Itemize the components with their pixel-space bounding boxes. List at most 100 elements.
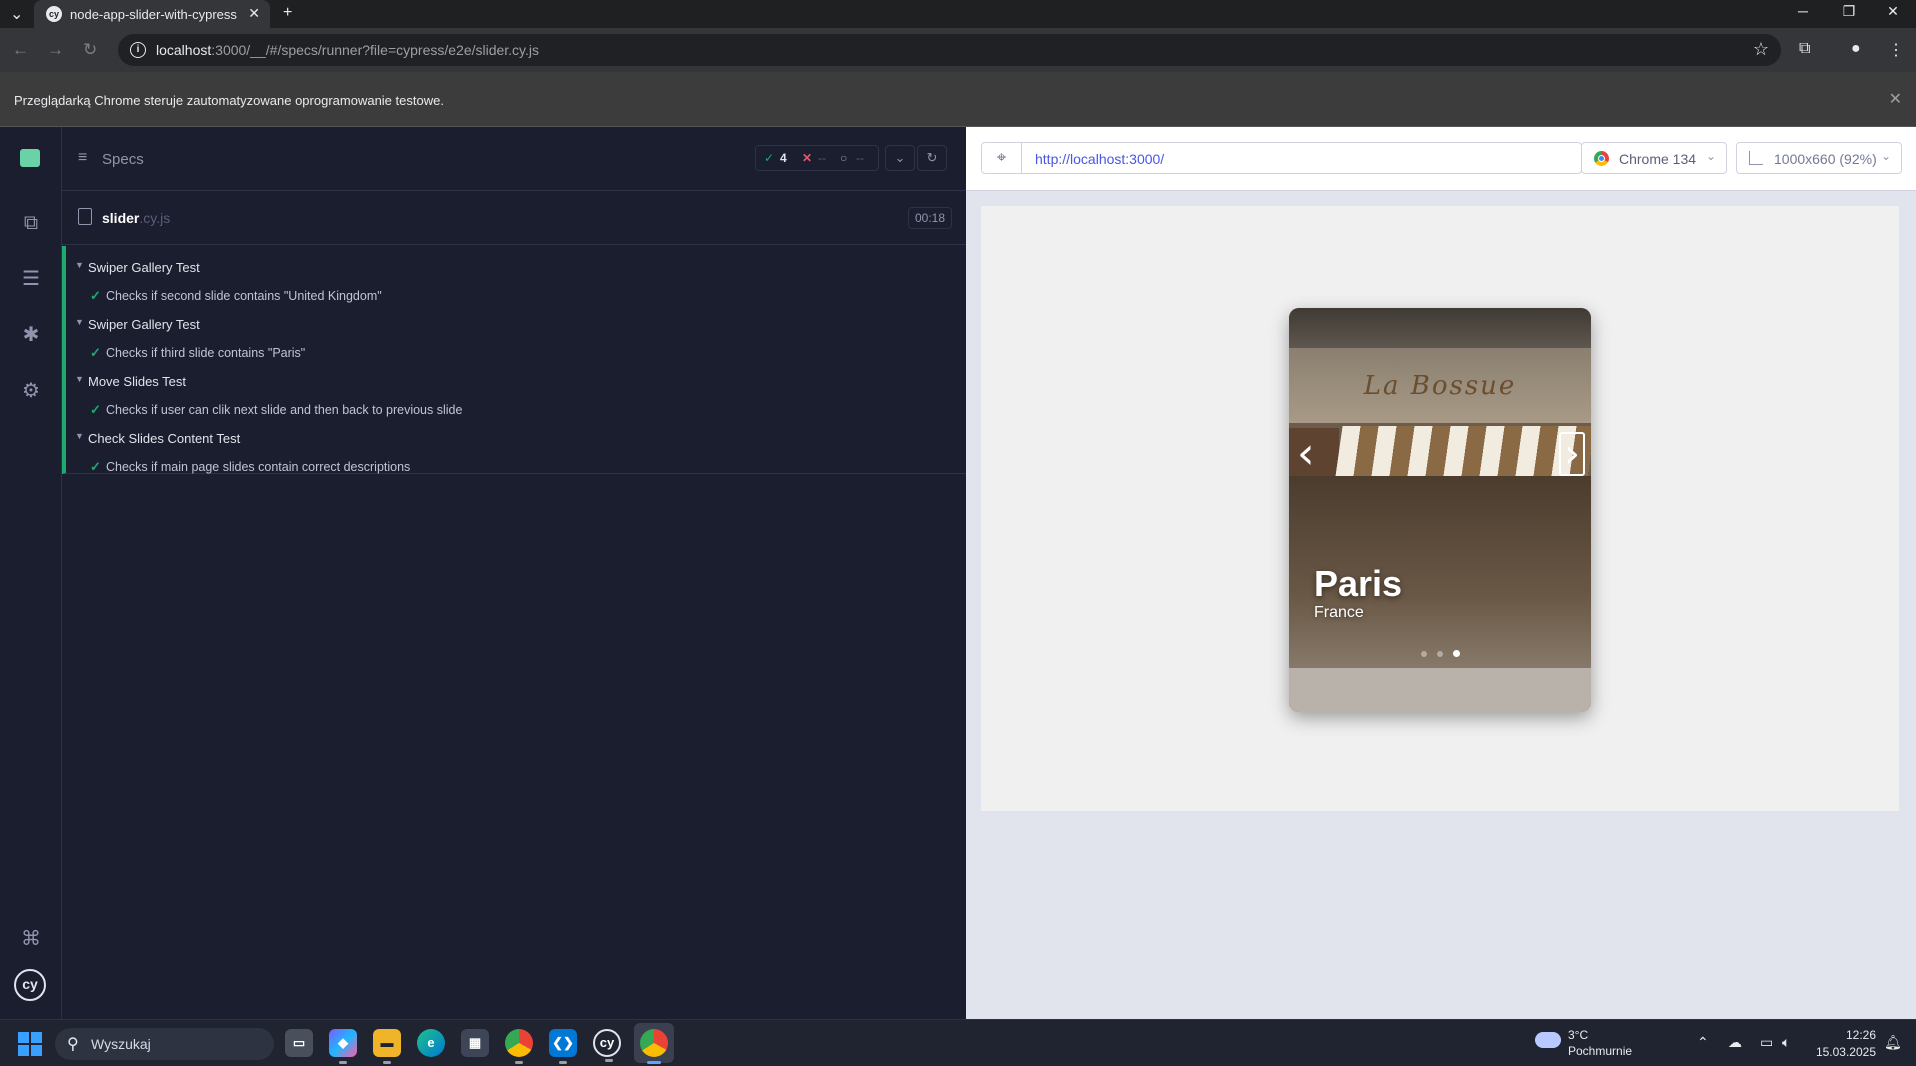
address-url[interactable]: localhost:3000/__/#/specs/runner?file=cy…: [156, 42, 539, 58]
slide-photo-sidewalk: [1289, 668, 1591, 712]
file-explorer-icon[interactable]: ▬: [373, 1029, 401, 1064]
edge-icon[interactable]: e: [417, 1029, 445, 1057]
profile-icon[interactable]: ●: [1851, 40, 1861, 58]
browser-label: Chrome 134: [1619, 151, 1697, 167]
chevron-down-icon: ▼: [75, 374, 84, 384]
close-window-icon[interactable]: ✕: [1870, 3, 1916, 20]
windows-start-icon[interactable]: [18, 1032, 42, 1056]
back-icon[interactable]: ←: [12, 40, 29, 60]
restore-icon[interactable]: ❐: [1826, 3, 1872, 20]
onedrive-offline-icon[interactable]: ☁: [1728, 1034, 1742, 1051]
spec-duration: 00:18: [907, 207, 952, 229]
suite-title[interactable]: ▼ Check Slides Content Test: [75, 431, 240, 446]
test-stats: ✓ 4 ✕ -- ○ --: [755, 145, 879, 171]
vscode-icon[interactable]: ❮❯: [549, 1029, 577, 1064]
pending-icon: ○: [840, 151, 848, 165]
extensions-icon[interactable]: ⧉: [1799, 40, 1810, 58]
chevron-down-icon: ⌄: [1880, 149, 1891, 163]
bookmark-star-icon[interactable]: ☆: [1753, 39, 1769, 60]
notifications-bell-icon[interactable]: 🔔︎: [1884, 1034, 1902, 1051]
task-view-icon[interactable]: ▭: [285, 1029, 313, 1057]
project-logo-icon[interactable]: [20, 149, 40, 167]
automation-infobar: Przeglądarką Chrome steruje zautomatyzow…: [0, 72, 1916, 127]
tab-title: node-app-slider-with-cypress: [70, 7, 237, 22]
cafe-sign: La Bossue: [1363, 371, 1517, 401]
chevron-down-icon: ▼: [75, 431, 84, 441]
pagination-dot-active[interactable]: [1452, 650, 1460, 657]
passed-icon: ✓: [764, 151, 775, 165]
check-icon: ✓: [90, 288, 101, 303]
taskbar-search[interactable]: ⚲ Wyszukaj: [55, 1028, 274, 1060]
menu-icon[interactable]: ⋮: [1888, 40, 1904, 60]
test-item[interactable]: ✓ Checks if main page slides contain corr…: [90, 459, 410, 474]
aut-header: ⌖ http://localhost:3000/ Chrome 134 ⌄ 10…: [966, 127, 1916, 191]
spec-file-name[interactable]: slider.cy.js: [102, 210, 170, 226]
tab-search-icon[interactable]: ⌄: [10, 4, 23, 24]
pagination-dot[interactable]: [1436, 651, 1443, 657]
chevron-up-icon[interactable]: ⌃: [1697, 1034, 1709, 1051]
chevron-down-icon: ⌄: [1705, 149, 1716, 163]
pagination-dot[interactable]: [1420, 651, 1427, 657]
failed-count: --: [818, 151, 826, 165]
test-item[interactable]: ✓ Checks if third slide contains "Paris": [90, 345, 305, 360]
debug-nav-icon[interactable]: ✱: [19, 323, 43, 347]
selector-playground-icon[interactable]: ⌖: [982, 143, 1022, 173]
chevron-down-icon: ▼: [75, 260, 84, 270]
app-under-test-panel: ⌖ http://localhost:3000/ Chrome 134 ⌄ 10…: [966, 127, 1916, 1019]
m365-icon[interactable]: ◆: [329, 1029, 357, 1064]
close-tab-icon[interactable]: ✕: [248, 5, 260, 22]
cloud-icon: [1535, 1032, 1561, 1048]
suite-title[interactable]: ▼ Swiper Gallery Test: [75, 260, 200, 275]
spec-file-row: slider.cy.js 00:18: [62, 191, 966, 245]
viewport-icon: [1749, 151, 1763, 165]
windows-taskbar: ⚲ Wyszukaj ▭ ◆ ▬ e ▦ ❮❯ cy 3°C Pochmurni…: [0, 1019, 1916, 1066]
infobar-close-icon[interactable]: ✕: [1889, 89, 1902, 109]
test-item[interactable]: ✓ Checks if second slide contains "United…: [90, 288, 382, 303]
chrome-active-icon[interactable]: [640, 1029, 668, 1064]
cypress-app: ⧉ ☰ ✱ ⚙ ⌘ cy ≡ Specs ✓ 4 ✕ -- ○ -- ⌄ ↻ s…: [0, 127, 966, 1019]
slide-subtitle: France: [1314, 604, 1364, 621]
new-tab-button[interactable]: +: [283, 4, 292, 22]
site-info-icon[interactable]: i: [130, 42, 146, 58]
swiper-slide[interactable]: La Bossue Paris France ‹ ›: [1289, 308, 1591, 712]
cypress-logo-icon: cy: [14, 969, 46, 1001]
forward-icon[interactable]: →: [47, 40, 64, 60]
reload-icon[interactable]: ↻: [83, 40, 97, 60]
collapse-chevron-icon[interactable]: ⌄: [885, 145, 915, 171]
prev-slide-button[interactable]: ‹: [1297, 432, 1315, 476]
search-label: Wyszukaj: [91, 1036, 151, 1052]
reporter-header: ≡ Specs ✓ 4 ✕ -- ○ -- ⌄ ↻: [62, 127, 966, 191]
minimize-icon[interactable]: ─: [1780, 3, 1826, 19]
reporter-panel: ≡ Specs ✓ 4 ✕ -- ○ -- ⌄ ↻ slider.cy.js 0…: [62, 127, 966, 1019]
specs-toggle[interactable]: Specs: [102, 151, 144, 168]
pagination-dots: [1289, 644, 1591, 662]
suite-title[interactable]: ▼ Swiper Gallery Test: [75, 317, 200, 332]
browser-selector[interactable]: Chrome 134 ⌄: [1581, 142, 1727, 174]
aut-url-bar[interactable]: ⌖ http://localhost:3000/: [981, 142, 1582, 174]
next-slide-button[interactable]: ›: [1559, 432, 1585, 476]
infobar-message: Przeglądarką Chrome steruje zautomatyzow…: [14, 93, 444, 108]
aut-url[interactable]: http://localhost:3000/: [1035, 151, 1164, 167]
rerun-icon[interactable]: ↻: [917, 145, 947, 171]
failed-icon: ✕: [802, 151, 813, 165]
cypress-icon[interactable]: cy: [593, 1029, 621, 1062]
specs-list-icon[interactable]: ≡: [78, 149, 87, 167]
browser-tab[interactable]: cy node-app-slider-with-cypress ✕: [34, 0, 270, 28]
chrome-icon[interactable]: [505, 1029, 533, 1064]
specs-nav-icon[interactable]: ⧉: [19, 211, 43, 235]
system-clock[interactable]: 12:26 15.03.2025: [1810, 1028, 1876, 1059]
browser-tabstrip: ⌄ cy node-app-slider-with-cypress ✕ + ─ …: [0, 0, 1916, 28]
address-bar[interactable]: i localhost:3000/__/#/specs/runner?file=…: [118, 34, 1781, 66]
volume-icon[interactable]: 🔈︎: [1782, 1034, 1790, 1051]
keyboard-shortcuts-icon[interactable]: ⌘: [19, 927, 43, 951]
test-item[interactable]: ✓ Checks if user can clik next slide and …: [90, 402, 462, 417]
settings-gear-icon[interactable]: ⚙: [19, 379, 43, 403]
runs-nav-icon[interactable]: ☰: [19, 267, 43, 291]
cypress-favicon-icon: cy: [46, 6, 62, 22]
network-icon[interactable]: ▭: [1760, 1034, 1773, 1051]
viewport-selector[interactable]: 1000x660 (92%) ⌄: [1736, 142, 1902, 174]
browser-toolbar: ← → ↻ i localhost:3000/__/#/specs/runner…: [0, 28, 1916, 72]
suite-title[interactable]: ▼ Move Slides Test: [75, 374, 186, 389]
test-list: ▼ Swiper Gallery Test ✓ Checks if second s…: [62, 246, 966, 474]
store-icon[interactable]: ▦: [461, 1029, 489, 1057]
